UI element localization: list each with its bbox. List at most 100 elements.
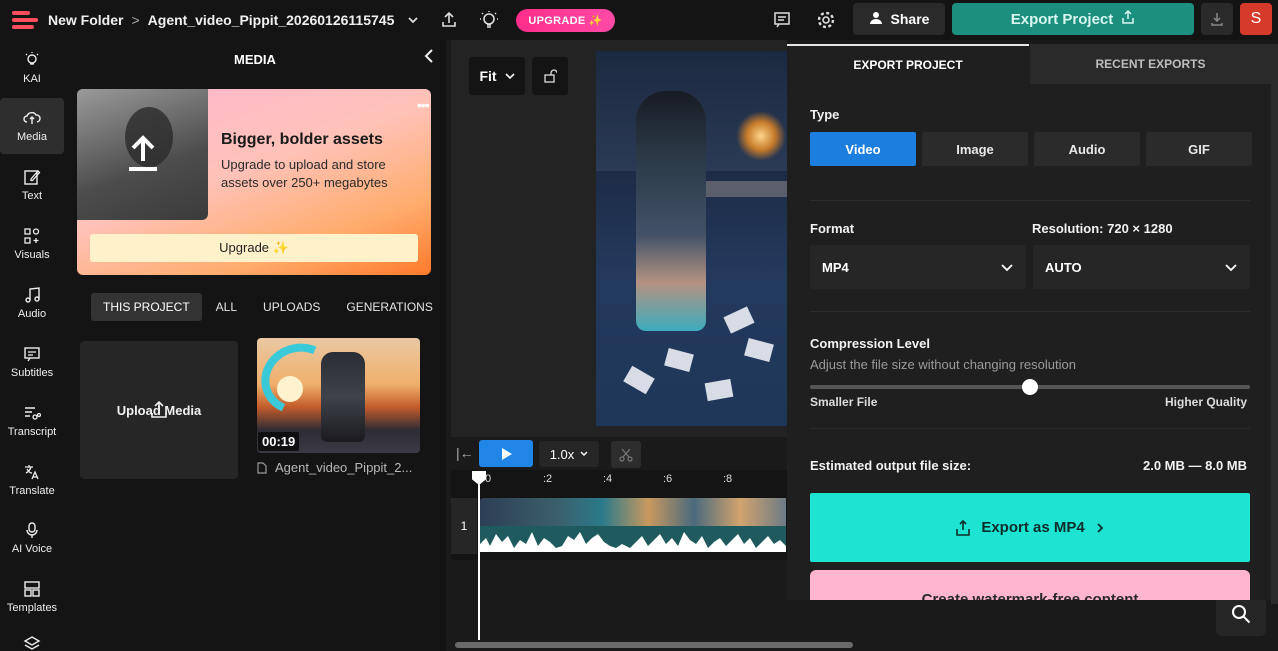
format-label: Format [810, 221, 855, 236]
media-thumbnail[interactable]: 00:19 [257, 338, 420, 453]
promo-card: ••• Bigger, bolder assets Upgrade to upl… [77, 89, 431, 275]
grid-shapes-icon [24, 228, 40, 244]
resolution-value: 720 × 1280 [1107, 221, 1173, 236]
text-edit-icon [24, 170, 41, 185]
tab-uploads[interactable]: UPLOADS [251, 293, 332, 321]
add-user-icon [869, 11, 883, 28]
upload-arrow-icon [129, 135, 157, 171]
chevron-down-icon [504, 73, 515, 80]
ruler-tick: :2 [543, 473, 553, 485]
compression-slider-knob[interactable] [1022, 379, 1038, 395]
transcript-icon [25, 407, 41, 420]
gear-icon[interactable] [815, 9, 837, 31]
more-options-icon[interactable]: ••• [417, 97, 430, 113]
microphone-icon [26, 522, 38, 538]
project-name[interactable]: Agent_video_Pippit_20260126115745 [148, 12, 395, 28]
nav-item-translate[interactable]: Translate [0, 452, 64, 508]
play-button[interactable] [479, 440, 533, 467]
fit-dropdown[interactable]: Fit [469, 57, 525, 95]
avatar[interactable]: S [1240, 3, 1272, 35]
speed-dropdown[interactable]: 1.0x [539, 441, 599, 467]
file-icon [257, 461, 267, 474]
export-project-button[interactable]: Export Project [952, 3, 1194, 35]
lightbulb-icon[interactable] [478, 9, 500, 31]
export-panel: EXPORT PROJECT RECENT EXPORTS Type Video… [787, 44, 1271, 600]
play-icon [502, 447, 512, 460]
video-preview[interactable] [596, 51, 787, 426]
nav-item-subtitles[interactable]: Subtitles [0, 334, 64, 390]
divider [810, 428, 1250, 429]
ruler-tick: :6 [663, 473, 673, 485]
type-video-button[interactable]: Video [810, 132, 916, 166]
scissors-icon [619, 448, 633, 462]
promo-title: Bigger, bolder assets [221, 131, 383, 148]
panel-title: MEDIA [234, 52, 276, 67]
export-as-mp4-button[interactable]: Export as MP4 [810, 493, 1250, 562]
left-nav: KAI Media Text Visuals Audio Subtitles T… [0, 40, 64, 651]
export-icon [1121, 9, 1135, 28]
estimated-size-label: Estimated output file size: [810, 458, 972, 473]
nav-item-audio[interactable]: Audio [0, 275, 64, 331]
estimated-size-value: 2.0 MB — 8.0 MB [1143, 458, 1248, 473]
tab-export-project[interactable]: EXPORT PROJECT [787, 44, 1029, 84]
side-scroll-strip [1271, 44, 1278, 604]
app-logo[interactable] [12, 11, 38, 29]
nav-item-layers[interactable] [0, 624, 64, 651]
type-gif-button[interactable]: GIF [1146, 132, 1252, 166]
chevron-down-icon [580, 451, 588, 456]
nav-item-ai-voice[interactable]: AI Voice [0, 510, 64, 566]
timeline-ruler[interactable] [451, 470, 787, 490]
tab-generations[interactable]: GENERATIONS [334, 293, 444, 321]
top-bar: New Folder > Agent_video_Pippit_20260126… [0, 0, 1278, 40]
tab-all[interactable]: ALL [204, 293, 249, 321]
resolution-label: Resolution: 720 × 1280 [1032, 221, 1173, 236]
share-upload-icon[interactable] [438, 9, 460, 31]
download-button[interactable] [1201, 3, 1233, 35]
audio-waveform[interactable] [480, 526, 786, 552]
video-clip[interactable] [480, 498, 786, 526]
export-icon [956, 519, 971, 536]
media-tabs: THIS PROJECT ALL UPLOADS GENERATIONS [91, 293, 445, 321]
share-button[interactable]: Share [853, 3, 945, 35]
type-image-button[interactable]: Image [922, 132, 1028, 166]
download-icon [1211, 13, 1223, 26]
playhead[interactable] [478, 472, 480, 640]
ruler-tick: :8 [723, 473, 733, 485]
collapse-panel-icon[interactable] [424, 48, 434, 69]
nav-item-media[interactable]: Media [0, 98, 64, 154]
watermark-free-button[interactable]: Create watermark-free content [810, 570, 1250, 600]
breadcrumb-separator: > [131, 12, 140, 28]
cloud-upload-icon [23, 111, 41, 124]
resolution-select[interactable]: AUTO [1033, 245, 1250, 289]
upgrade-button[interactable]: UPGRADE ✨ [516, 8, 615, 32]
clip-duration: 00:19 [258, 432, 300, 451]
templates-icon [24, 581, 40, 597]
tab-recent-exports[interactable]: RECENT EXPORTS [1030, 44, 1271, 84]
skip-to-start-icon[interactable]: |← [456, 445, 474, 461]
nav-item-visuals[interactable]: Visuals [0, 216, 64, 272]
aspect-lock-button[interactable] [532, 57, 568, 95]
type-audio-button[interactable]: Audio [1034, 132, 1140, 166]
split-button[interactable] [611, 441, 641, 468]
breadcrumb-folder[interactable]: New Folder [48, 12, 123, 28]
divider [810, 311, 1250, 312]
clip-name-row: Agent_video_Pippit_2... [257, 460, 412, 475]
comments-icon[interactable] [771, 9, 793, 31]
nav-item-text[interactable]: Text [0, 157, 64, 213]
smaller-file-label: Smaller File [810, 395, 878, 409]
promo-upgrade-button[interactable]: Upgrade ✨ [90, 234, 418, 262]
nav-item-kai[interactable]: KAI [0, 40, 64, 96]
chevron-down-icon[interactable] [402, 9, 424, 31]
nav-item-templates[interactable]: Templates [0, 569, 64, 625]
track-number: 1 [451, 498, 477, 554]
compression-label: Compression Level [810, 336, 930, 351]
type-selector: Video Image Audio GIF [810, 132, 1252, 166]
chevron-down-icon [1225, 264, 1237, 272]
horizontal-scrollbar[interactable] [455, 642, 853, 648]
tab-this-project[interactable]: THIS PROJECT [91, 293, 202, 321]
nav-item-transcript[interactable]: Transcript [0, 393, 64, 449]
format-select[interactable]: MP4 [810, 245, 1026, 289]
search-icon [1232, 605, 1251, 624]
upload-media-button[interactable]: Upload Media [80, 341, 238, 479]
promo-text: Upgrade to upload and store assets over … [221, 157, 388, 190]
